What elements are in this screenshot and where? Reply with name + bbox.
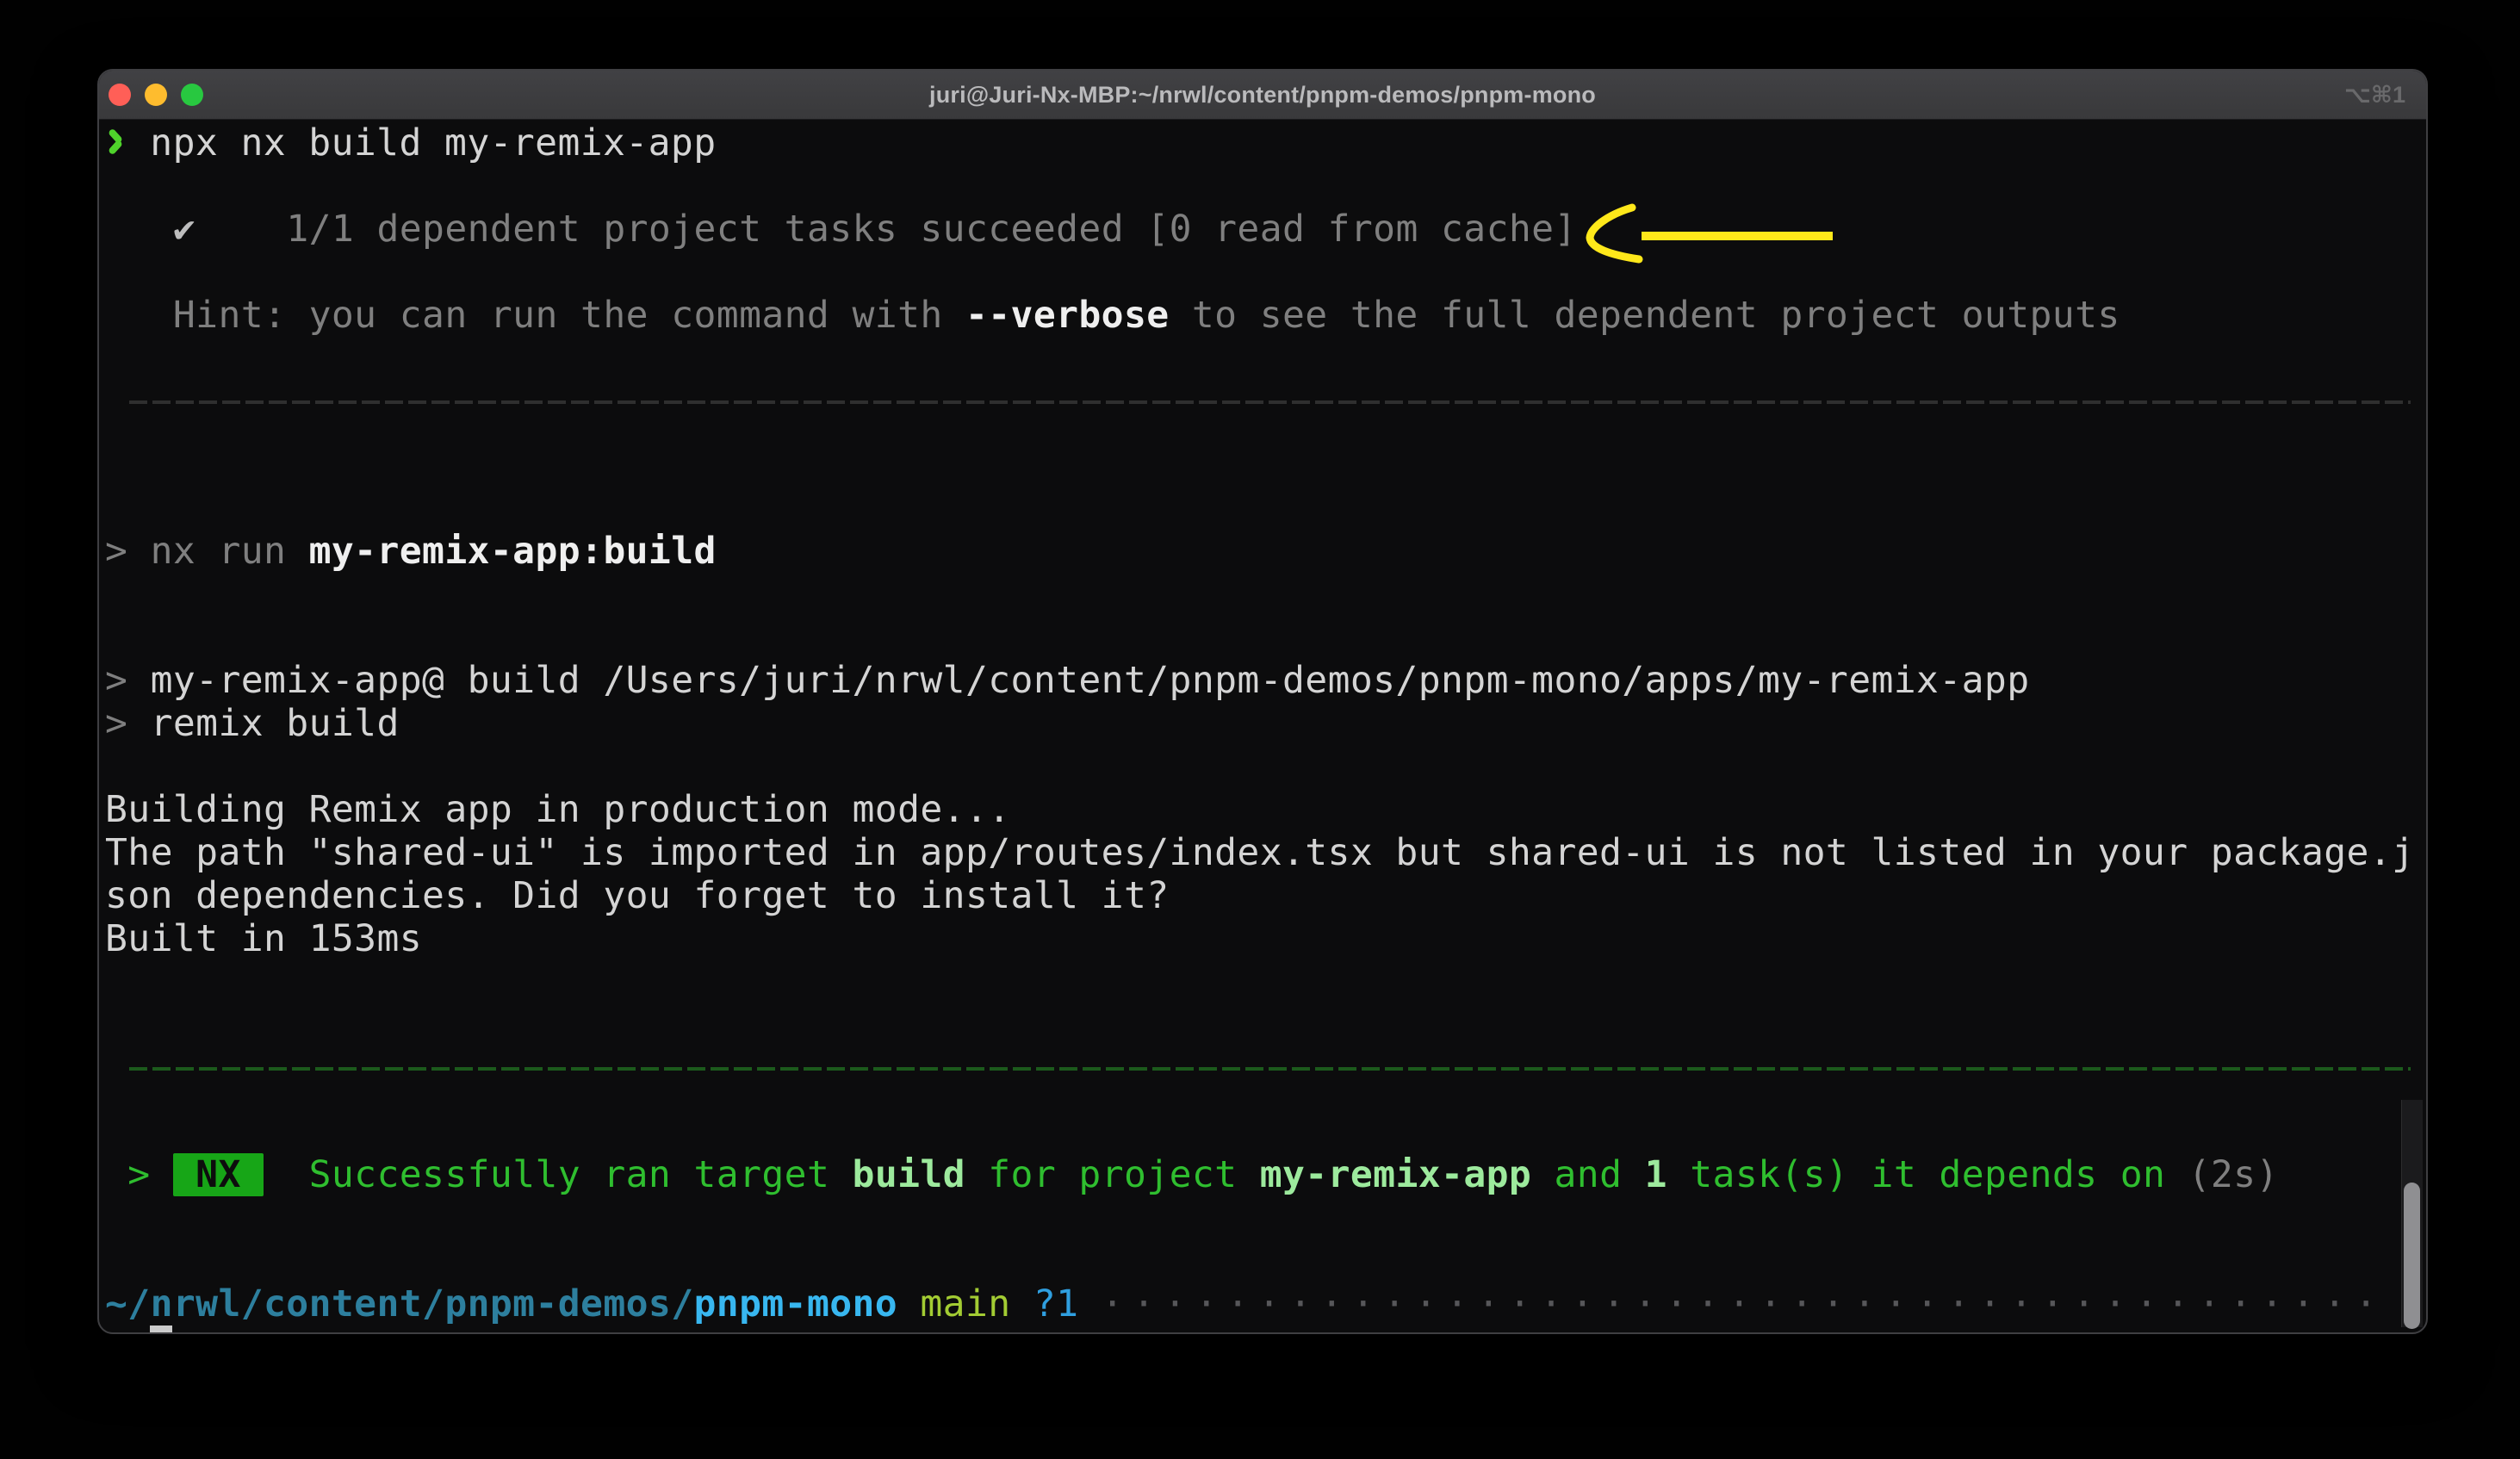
prompt-line bbox=[105, 1326, 2426, 1334]
terminal-text: my-remix-app bbox=[1260, 1153, 1531, 1196]
terminal-text bbox=[897, 1282, 920, 1326]
terminal-text: (2s) bbox=[2188, 1153, 2279, 1196]
terminal-text: ········································… bbox=[1102, 1282, 2387, 1326]
dashed-divider bbox=[129, 400, 2411, 404]
terminal-text: > bbox=[105, 1153, 173, 1196]
prompt-chevron-icon bbox=[105, 121, 127, 165]
terminal-text: task(s) it depends on bbox=[1667, 1153, 2188, 1196]
terminal-window: juri@Juri-Nx-MBP:~/nrwl/content/pnpm-dem… bbox=[97, 69, 2428, 1334]
terminal-text: and bbox=[1531, 1153, 1644, 1196]
build-time-line: Built in 153ms bbox=[105, 917, 2426, 960]
terminal-row bbox=[105, 165, 2426, 208]
terminal-text: son dependencies. Did you forget to inst… bbox=[105, 874, 1170, 917]
terminal-text: > bbox=[105, 702, 151, 745]
green-dashed-divider bbox=[105, 1067, 2426, 1110]
git-branch: main bbox=[920, 1282, 1010, 1326]
window-titlebar[interactable]: juri@Juri-Nx-MBP:~/nrwl/content/pnpm-dem… bbox=[99, 71, 2426, 120]
build-warning-line-wrap: son dependencies. Did you forget to inst… bbox=[105, 874, 2426, 917]
terminal-row bbox=[105, 1196, 2426, 1239]
terminal-row bbox=[105, 960, 2426, 1003]
terminal-row bbox=[105, 745, 2426, 788]
terminal-row bbox=[105, 573, 2426, 616]
terminal-text: Successfully ran target bbox=[264, 1153, 853, 1196]
terminal-text bbox=[1078, 1282, 1101, 1326]
dashed-divider bbox=[105, 400, 2426, 444]
checkmark-icon: ✔ bbox=[173, 208, 196, 251]
prompt-path-line: ~/nrwl/content/pnpm-demos/pnpm-mono main… bbox=[105, 1282, 2426, 1326]
terminal-text bbox=[127, 1326, 150, 1334]
terminal-row bbox=[105, 616, 2426, 659]
nx-badge: NX bbox=[173, 1153, 264, 1196]
terminal-row bbox=[105, 444, 2426, 487]
command-line: npx nx build my-remix-app bbox=[105, 121, 2426, 165]
terminal-row bbox=[105, 487, 2426, 530]
terminal-text bbox=[105, 208, 173, 251]
nx-success-line: > NX Successfully ran target build for p… bbox=[105, 1153, 2426, 1196]
terminal-text: remix build bbox=[151, 702, 400, 745]
terminal-text: Hint: you can run the command with bbox=[105, 294, 965, 337]
prompt-chevron-icon bbox=[105, 1326, 127, 1334]
terminal-text: my-remix-app@ build /Users/juri/nrwl/con… bbox=[151, 659, 2030, 702]
terminal-text: --verbose bbox=[965, 294, 1170, 337]
terminal-text: Building Remix app in production mode... bbox=[105, 788, 1011, 831]
terminal-row bbox=[105, 337, 2426, 380]
npm-script-line: > my-remix-app@ build /Users/juri/nrwl/c… bbox=[105, 659, 2426, 702]
build-warning-line: The path "shared-ui" is imported in app/… bbox=[105, 831, 2426, 874]
window-title: juri@Juri-Nx-MBP:~/nrwl/content/pnpm-dem… bbox=[99, 71, 2426, 119]
terminal-row bbox=[105, 1110, 2426, 1153]
terminal-text: for project bbox=[965, 1153, 1260, 1196]
scrollbar-thumb[interactable] bbox=[2404, 1183, 2420, 1329]
terminal-text: The path "shared-ui" is imported in app/… bbox=[105, 831, 2414, 874]
git-status: ?1 bbox=[1033, 1282, 1079, 1326]
tasks-succeeded-line: ✔ 1/1 dependent project tasks succeeded … bbox=[105, 208, 2426, 251]
terminal-row bbox=[105, 1239, 2426, 1282]
screenshot-stage: juri@Juri-Nx-MBP:~/nrwl/content/pnpm-dem… bbox=[0, 0, 2520, 1459]
terminal-text: to see the full dependent project output… bbox=[1170, 294, 2120, 337]
terminal-output[interactable]: npx nx build my-remix-app ✔ 1/1 dependen… bbox=[99, 120, 2426, 1332]
green-dashed-divider bbox=[129, 1067, 2411, 1071]
terminal-text: ~/nrwl/content/pnpm-demos/ bbox=[105, 1282, 694, 1326]
terminal-row bbox=[105, 1003, 2426, 1046]
build-output-line: Building Remix app in production mode... bbox=[105, 788, 2426, 831]
terminal-row bbox=[105, 251, 2426, 294]
tab-shortcut-label: ⌥⌘1 bbox=[2344, 71, 2405, 119]
hint-line: Hint: you can run the command with --ver… bbox=[105, 294, 2426, 337]
terminal-text: > bbox=[105, 659, 151, 702]
terminal-text: Built in 153ms bbox=[105, 917, 422, 960]
terminal-cursor bbox=[150, 1326, 172, 1334]
terminal-text: npx nx build my-remix-app bbox=[127, 121, 717, 165]
remix-build-line: > remix build bbox=[105, 702, 2426, 745]
terminal-text: pnpm-mono bbox=[694, 1282, 898, 1326]
nx-run-line: > nx run my-remix-app:build bbox=[105, 530, 2426, 573]
terminal-text: 1/1 dependent project tasks succeeded [0… bbox=[196, 208, 1577, 251]
terminal-text bbox=[1011, 1282, 1033, 1326]
terminal-text: > nx run bbox=[105, 530, 309, 573]
terminal-text: my-remix-app:build bbox=[309, 530, 717, 573]
terminal-text: build bbox=[853, 1153, 965, 1196]
terminal-text: 1 bbox=[1645, 1153, 1667, 1196]
